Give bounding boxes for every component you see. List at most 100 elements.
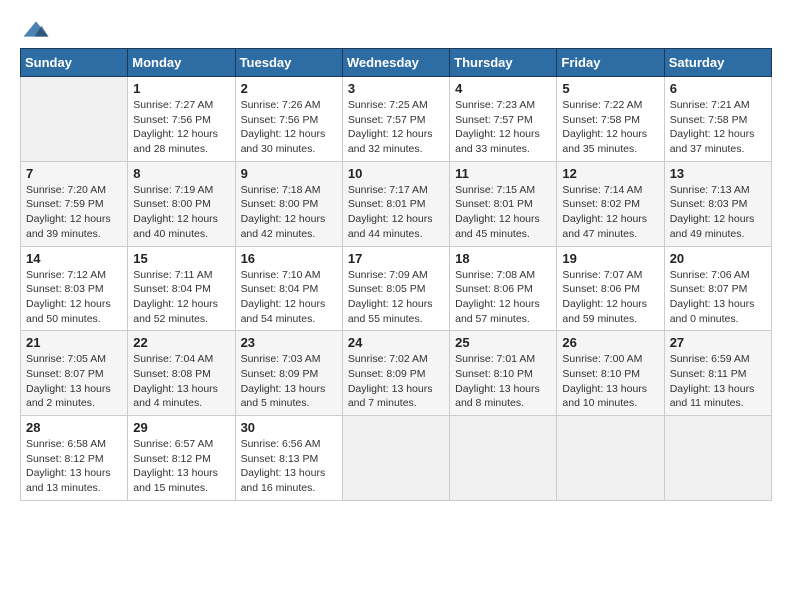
- day-info: Sunrise: 7:10 AM Sunset: 8:04 PM Dayligh…: [241, 268, 337, 327]
- day-number: 17: [348, 251, 444, 266]
- day-number: 25: [455, 335, 551, 350]
- calendar-cell: 9 Sunrise: 7:18 AM Sunset: 8:00 PM Daylig…: [235, 161, 342, 246]
- calendar-cell: 30 Sunrise: 6:56 AM Sunset: 8:13 PM Dayli…: [235, 416, 342, 501]
- day-info: Sunrise: 7:12 AM Sunset: 8:03 PM Dayligh…: [26, 268, 122, 327]
- day-info: Sunrise: 7:04 AM Sunset: 8:08 PM Dayligh…: [133, 352, 229, 411]
- day-info: Sunrise: 7:00 AM Sunset: 8:10 PM Dayligh…: [562, 352, 658, 411]
- day-info: Sunrise: 7:15 AM Sunset: 8:01 PM Dayligh…: [455, 183, 551, 242]
- day-number: 14: [26, 251, 122, 266]
- page-header: [20, 20, 772, 38]
- calendar-week-row: 14 Sunrise: 7:12 AM Sunset: 8:03 PM Dayli…: [21, 246, 772, 331]
- calendar-cell: 26 Sunrise: 7:00 AM Sunset: 8:10 PM Dayli…: [557, 331, 664, 416]
- day-number: 6: [670, 81, 766, 96]
- calendar-cell: 24 Sunrise: 7:02 AM Sunset: 8:09 PM Dayli…: [342, 331, 449, 416]
- day-info: Sunrise: 6:57 AM Sunset: 8:12 PM Dayligh…: [133, 437, 229, 496]
- day-number: 29: [133, 420, 229, 435]
- calendar-cell: 15 Sunrise: 7:11 AM Sunset: 8:04 PM Dayli…: [128, 246, 235, 331]
- day-info: Sunrise: 7:25 AM Sunset: 7:57 PM Dayligh…: [348, 98, 444, 157]
- calendar-table: SundayMondayTuesdayWednesdayThursdayFrid…: [20, 48, 772, 501]
- day-info: Sunrise: 7:06 AM Sunset: 8:07 PM Dayligh…: [670, 268, 766, 327]
- logo-icon: [22, 20, 50, 38]
- day-number: 16: [241, 251, 337, 266]
- day-info: Sunrise: 7:03 AM Sunset: 8:09 PM Dayligh…: [241, 352, 337, 411]
- day-number: 19: [562, 251, 658, 266]
- day-number: 20: [670, 251, 766, 266]
- calendar-cell: 7Sunrise: 7:20 AM Sunset: 7:59 PM Daylig…: [21, 161, 128, 246]
- calendar-cell: [342, 416, 449, 501]
- calendar-cell: 23 Sunrise: 7:03 AM Sunset: 8:09 PM Dayli…: [235, 331, 342, 416]
- calendar-cell: 14 Sunrise: 7:12 AM Sunset: 8:03 PM Dayli…: [21, 246, 128, 331]
- day-info: Sunrise: 7:23 AM Sunset: 7:57 PM Dayligh…: [455, 98, 551, 157]
- day-number: 22: [133, 335, 229, 350]
- calendar-cell: 17 Sunrise: 7:09 AM Sunset: 8:05 PM Dayli…: [342, 246, 449, 331]
- calendar-week-row: 21 Sunrise: 7:05 AM Sunset: 8:07 PM Dayli…: [21, 331, 772, 416]
- calendar-header-saturday: Saturday: [664, 49, 771, 77]
- calendar-cell: 27Sunrise: 6:59 AM Sunset: 8:11 PM Dayli…: [664, 331, 771, 416]
- day-number: 21: [26, 335, 122, 350]
- day-info: Sunrise: 7:22 AM Sunset: 7:58 PM Dayligh…: [562, 98, 658, 157]
- calendar-cell: 4 Sunrise: 7:23 AM Sunset: 7:57 PM Daylig…: [450, 77, 557, 162]
- day-info: Sunrise: 7:08 AM Sunset: 8:06 PM Dayligh…: [455, 268, 551, 327]
- day-info: Sunrise: 6:56 AM Sunset: 8:13 PM Dayligh…: [241, 437, 337, 496]
- calendar-cell: 20 Sunrise: 7:06 AM Sunset: 8:07 PM Dayli…: [664, 246, 771, 331]
- day-info: Sunrise: 7:11 AM Sunset: 8:04 PM Dayligh…: [133, 268, 229, 327]
- day-number: 23: [241, 335, 337, 350]
- day-number: 1: [133, 81, 229, 96]
- calendar-header-thursday: Thursday: [450, 49, 557, 77]
- calendar-cell: 13Sunrise: 7:13 AM Sunset: 8:03 PM Dayli…: [664, 161, 771, 246]
- calendar-cell: 11 Sunrise: 7:15 AM Sunset: 8:01 PM Dayli…: [450, 161, 557, 246]
- day-info: Sunrise: 7:02 AM Sunset: 8:09 PM Dayligh…: [348, 352, 444, 411]
- calendar-cell: 2 Sunrise: 7:26 AM Sunset: 7:56 PM Daylig…: [235, 77, 342, 162]
- day-info: Sunrise: 7:19 AM Sunset: 8:00 PM Dayligh…: [133, 183, 229, 242]
- calendar-cell: [450, 416, 557, 501]
- calendar-cell: 28 Sunrise: 6:58 AM Sunset: 8:12 PM Dayli…: [21, 416, 128, 501]
- calendar-cell: 29 Sunrise: 6:57 AM Sunset: 8:12 PM Dayli…: [128, 416, 235, 501]
- calendar-cell: 6 Sunrise: 7:21 AM Sunset: 7:58 PM Daylig…: [664, 77, 771, 162]
- calendar-cell: 5 Sunrise: 7:22 AM Sunset: 7:58 PM Daylig…: [557, 77, 664, 162]
- day-number: 15: [133, 251, 229, 266]
- day-number: 28: [26, 420, 122, 435]
- logo: [20, 20, 50, 38]
- calendar-week-row: 1 Sunrise: 7:27 AM Sunset: 7:56 PM Daylig…: [21, 77, 772, 162]
- day-number: 9: [241, 166, 337, 181]
- calendar-header-monday: Monday: [128, 49, 235, 77]
- day-number: 3: [348, 81, 444, 96]
- day-info: Sunrise: 7:21 AM Sunset: 7:58 PM Dayligh…: [670, 98, 766, 157]
- calendar-cell: 21 Sunrise: 7:05 AM Sunset: 8:07 PM Dayli…: [21, 331, 128, 416]
- day-number: 2: [241, 81, 337, 96]
- day-number: 10: [348, 166, 444, 181]
- day-number: 8: [133, 166, 229, 181]
- day-info: Sunrise: 7:17 AM Sunset: 8:01 PM Dayligh…: [348, 183, 444, 242]
- day-number: 11: [455, 166, 551, 181]
- calendar-header-tuesday: Tuesday: [235, 49, 342, 77]
- calendar-header-row: SundayMondayTuesdayWednesdayThursdayFrid…: [21, 49, 772, 77]
- day-number: 30: [241, 420, 337, 435]
- calendar-cell: 19Sunrise: 7:07 AM Sunset: 8:06 PM Dayli…: [557, 246, 664, 331]
- calendar-cell: 8 Sunrise: 7:19 AM Sunset: 8:00 PM Daylig…: [128, 161, 235, 246]
- day-number: 4: [455, 81, 551, 96]
- calendar-cell: 18Sunrise: 7:08 AM Sunset: 8:06 PM Dayli…: [450, 246, 557, 331]
- day-info: Sunrise: 6:58 AM Sunset: 8:12 PM Dayligh…: [26, 437, 122, 496]
- day-number: 12: [562, 166, 658, 181]
- day-info: Sunrise: 7:14 AM Sunset: 8:02 PM Dayligh…: [562, 183, 658, 242]
- calendar-cell: 25Sunrise: 7:01 AM Sunset: 8:10 PM Dayli…: [450, 331, 557, 416]
- day-info: Sunrise: 7:27 AM Sunset: 7:56 PM Dayligh…: [133, 98, 229, 157]
- day-number: 26: [562, 335, 658, 350]
- calendar-header-wednesday: Wednesday: [342, 49, 449, 77]
- calendar-cell: [664, 416, 771, 501]
- calendar-cell: 22 Sunrise: 7:04 AM Sunset: 8:08 PM Dayli…: [128, 331, 235, 416]
- day-number: 24: [348, 335, 444, 350]
- day-info: Sunrise: 7:26 AM Sunset: 7:56 PM Dayligh…: [241, 98, 337, 157]
- calendar-header-sunday: Sunday: [21, 49, 128, 77]
- day-info: Sunrise: 7:18 AM Sunset: 8:00 PM Dayligh…: [241, 183, 337, 242]
- calendar-week-row: 28 Sunrise: 6:58 AM Sunset: 8:12 PM Dayli…: [21, 416, 772, 501]
- calendar-cell: 10 Sunrise: 7:17 AM Sunset: 8:01 PM Dayli…: [342, 161, 449, 246]
- day-number: 5: [562, 81, 658, 96]
- calendar-cell: 16 Sunrise: 7:10 AM Sunset: 8:04 PM Dayli…: [235, 246, 342, 331]
- calendar-header-friday: Friday: [557, 49, 664, 77]
- day-info: Sunrise: 7:20 AM Sunset: 7:59 PM Dayligh…: [26, 183, 122, 242]
- day-info: Sunrise: 7:09 AM Sunset: 8:05 PM Dayligh…: [348, 268, 444, 327]
- calendar-cell: 12 Sunrise: 7:14 AM Sunset: 8:02 PM Dayli…: [557, 161, 664, 246]
- day-info: Sunrise: 7:05 AM Sunset: 8:07 PM Dayligh…: [26, 352, 122, 411]
- calendar-cell: 1 Sunrise: 7:27 AM Sunset: 7:56 PM Daylig…: [128, 77, 235, 162]
